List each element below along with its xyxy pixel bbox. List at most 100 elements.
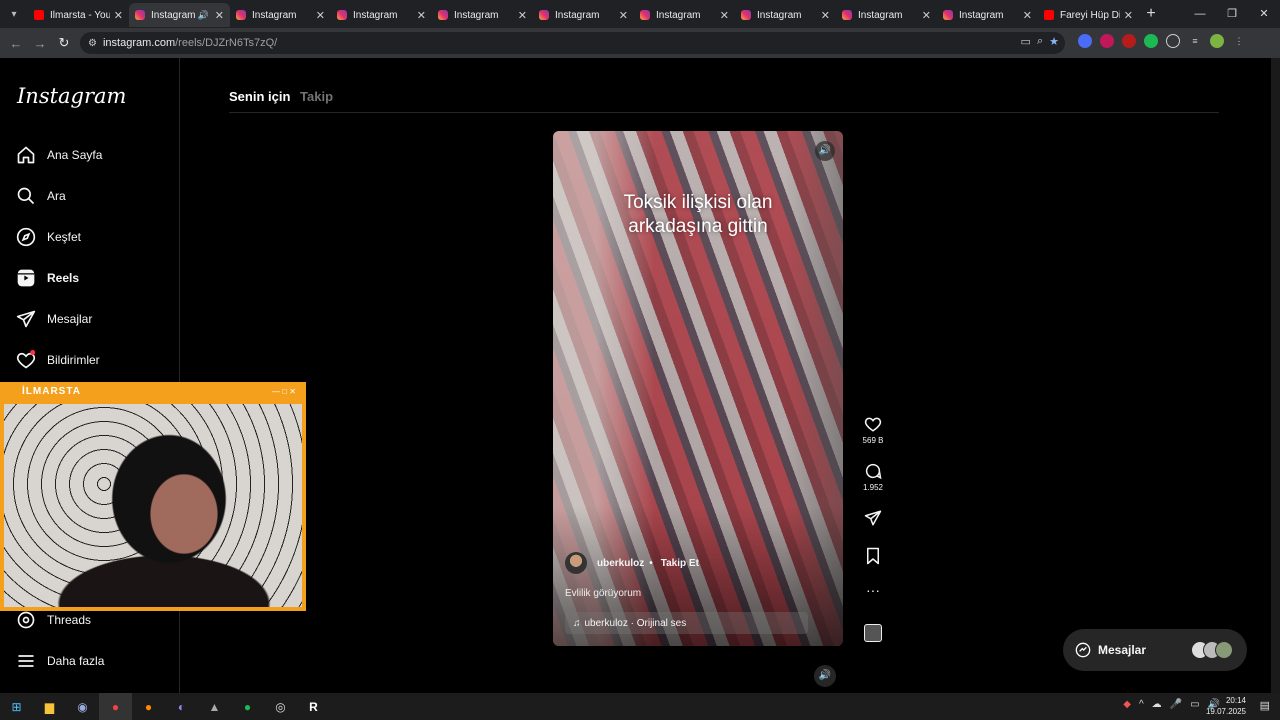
messages-pill[interactable]: Mesajlar	[1063, 629, 1247, 671]
follow-button[interactable]: Takip Et	[661, 558, 699, 569]
app-r-icon[interactable]: R	[297, 693, 330, 720]
restore-icon[interactable]: ❐	[1216, 0, 1248, 28]
chrome-icon[interactable]: ●	[99, 693, 132, 720]
save-action[interactable]	[858, 547, 888, 568]
bookmark-icon[interactable]	[864, 547, 882, 565]
overlay-line: arkadaşına gittin	[628, 216, 768, 237]
puzzle-icon[interactable]	[1166, 34, 1180, 48]
bookmark-star-icon[interactable]: ★	[1049, 35, 1059, 48]
browser-tab[interactable]: Instagram ✕	[836, 3, 937, 27]
comment-action[interactable]: 1.952	[858, 462, 888, 492]
windows-start-icon[interactable]: ⊞	[0, 693, 33, 720]
close-tab-icon[interactable]: ✕	[720, 9, 729, 22]
reels-icon	[16, 268, 36, 288]
instagram-icon	[943, 10, 953, 20]
sidebar-item-search[interactable]: Ara	[16, 180, 176, 212]
browser-tab[interactable]: Instagram ✕	[432, 3, 533, 27]
spotify-icon[interactable]: ●	[231, 693, 264, 720]
volume-icon[interactable]: 🔊	[814, 665, 836, 687]
cast-icon[interactable]: ▭	[1021, 35, 1031, 48]
forward-icon[interactable]: →	[28, 36, 52, 51]
extension-icon[interactable]	[1100, 34, 1114, 48]
notification-icon[interactable]: ▤	[1260, 699, 1270, 712]
heart-icon[interactable]	[864, 415, 882, 433]
tab-search-icon[interactable]: ▾	[0, 0, 28, 28]
tab-for-you[interactable]: Senin için	[229, 89, 290, 104]
browser-tab[interactable]: Instagram 🔊 ✕	[129, 3, 230, 27]
network-icon[interactable]: ▭	[1190, 699, 1199, 710]
site-info-icon[interactable]: ⚙	[88, 38, 97, 49]
close-tab-icon[interactable]: ✕	[316, 9, 325, 22]
app-icon[interactable]: ▲	[198, 693, 231, 720]
instagram-icon	[236, 10, 246, 20]
author-avatar[interactable]	[565, 552, 587, 574]
close-tab-icon[interactable]: ✕	[1023, 9, 1032, 22]
reel-audio[interactable]: ♫ uberkuloz · Orijinal ses	[565, 612, 808, 634]
close-tab-icon[interactable]: ✕	[215, 9, 224, 22]
discord-icon[interactable]: ◐	[165, 693, 198, 720]
sidebar-item-home[interactable]: Ana Sayfa	[16, 139, 176, 171]
cloud-icon[interactable]: ☁	[1152, 699, 1162, 710]
reel-description[interactable]: Evlilik görüyorum	[565, 588, 641, 599]
steam-icon[interactable]: ◉	[66, 693, 99, 720]
tab-title: Instagram	[757, 9, 802, 21]
send-icon[interactable]	[864, 509, 882, 527]
volume-icon[interactable]: 🔊	[815, 141, 835, 161]
app-tray-icon[interactable]: ◆	[1123, 699, 1131, 710]
reel-video[interactable]: 🔊 Toksik ilişkisi olan arkadaşına gittin…	[553, 131, 843, 646]
tab-title: İlmarsta - YouT	[50, 9, 110, 21]
mic-icon[interactable]: 🎤	[1170, 699, 1182, 710]
instagram-icon	[741, 10, 751, 20]
chevron-up-icon[interactable]: ^	[1139, 699, 1144, 710]
browser-tab[interactable]: Instagram ✕	[533, 3, 634, 27]
close-tab-icon[interactable]: ✕	[619, 9, 628, 22]
minimize-icon[interactable]: —	[1184, 0, 1216, 28]
browser-tab[interactable]: Instagram ✕	[937, 3, 1038, 27]
share-action[interactable]	[858, 509, 888, 530]
extension-icon[interactable]	[1078, 34, 1092, 48]
comment-icon[interactable]	[864, 462, 882, 480]
close-tab-icon[interactable]: ✕	[114, 9, 123, 22]
clock[interactable]: 20:14 19.07.2025	[1206, 695, 1246, 717]
browser-tab[interactable]: Fareyi Hüp Diy ✕	[1038, 3, 1139, 27]
browser-tab[interactable]: Instagram ✕	[230, 3, 331, 27]
kebab-menu-icon[interactable]: ⋮	[1232, 34, 1246, 48]
reload-icon[interactable]: ↻	[52, 35, 76, 51]
file-explorer-icon[interactable]: ▆	[33, 693, 66, 720]
browser-tab[interactable]: Instagram ✕	[634, 3, 735, 27]
browser-tab[interactable]: İlmarsta - YouT ✕	[28, 3, 129, 27]
sidebar-item-send[interactable]: Mesajlar	[16, 303, 176, 335]
tab-audio-icon[interactable]: 🔊	[198, 10, 209, 21]
tab-following[interactable]: Takip	[300, 89, 333, 104]
close-window-icon[interactable]: ✕	[1248, 0, 1280, 28]
close-tab-icon[interactable]: ✕	[922, 9, 931, 22]
close-tab-icon[interactable]: ✕	[417, 9, 426, 22]
back-icon[interactable]: ←	[4, 36, 28, 51]
more-options-icon[interactable]: ···	[858, 583, 888, 597]
sidebar-item-menu[interactable]: Daha fazla	[16, 645, 176, 677]
scrollbar[interactable]	[1271, 58, 1280, 693]
new-tab-button[interactable]: +	[1139, 5, 1163, 23]
sidebar-item-heart[interactable]: Bildirimler	[16, 344, 176, 376]
music-note-icon: ♫	[573, 617, 581, 629]
close-tab-icon[interactable]: ✕	[821, 9, 830, 22]
browser-tab[interactable]: Instagram ✕	[331, 3, 432, 27]
address-bar[interactable]: ⚙ instagram.com/reels/DJZrN6Ts7zQ/ ▭ ⌕ ★	[80, 32, 1065, 54]
close-tab-icon[interactable]: ✕	[518, 9, 527, 22]
instagram-logo[interactable]: Instagram	[17, 84, 126, 108]
author-username[interactable]: uberkuloz	[597, 558, 644, 569]
url-host: instagram.com	[102, 37, 176, 49]
like-action[interactable]: 569 B	[858, 415, 888, 445]
browser-tab[interactable]: Instagram ✕	[735, 3, 836, 27]
firefox-icon[interactable]: ●	[132, 693, 165, 720]
sidebar-item-reels[interactable]: Reels	[16, 262, 176, 294]
extension-icon[interactable]	[1122, 34, 1136, 48]
close-tab-icon[interactable]: ✕	[1124, 9, 1133, 22]
obs-icon[interactable]: ◎	[264, 693, 297, 720]
zoom-icon[interactable]: ⌕	[1037, 35, 1043, 48]
media-icon[interactable]: ≡	[1188, 34, 1202, 48]
sidebar-item-compass[interactable]: Keşfet	[16, 221, 176, 253]
extension-icon[interactable]	[1144, 34, 1158, 48]
audio-avatar[interactable]	[864, 624, 882, 642]
profile-avatar[interactable]	[1210, 34, 1224, 48]
